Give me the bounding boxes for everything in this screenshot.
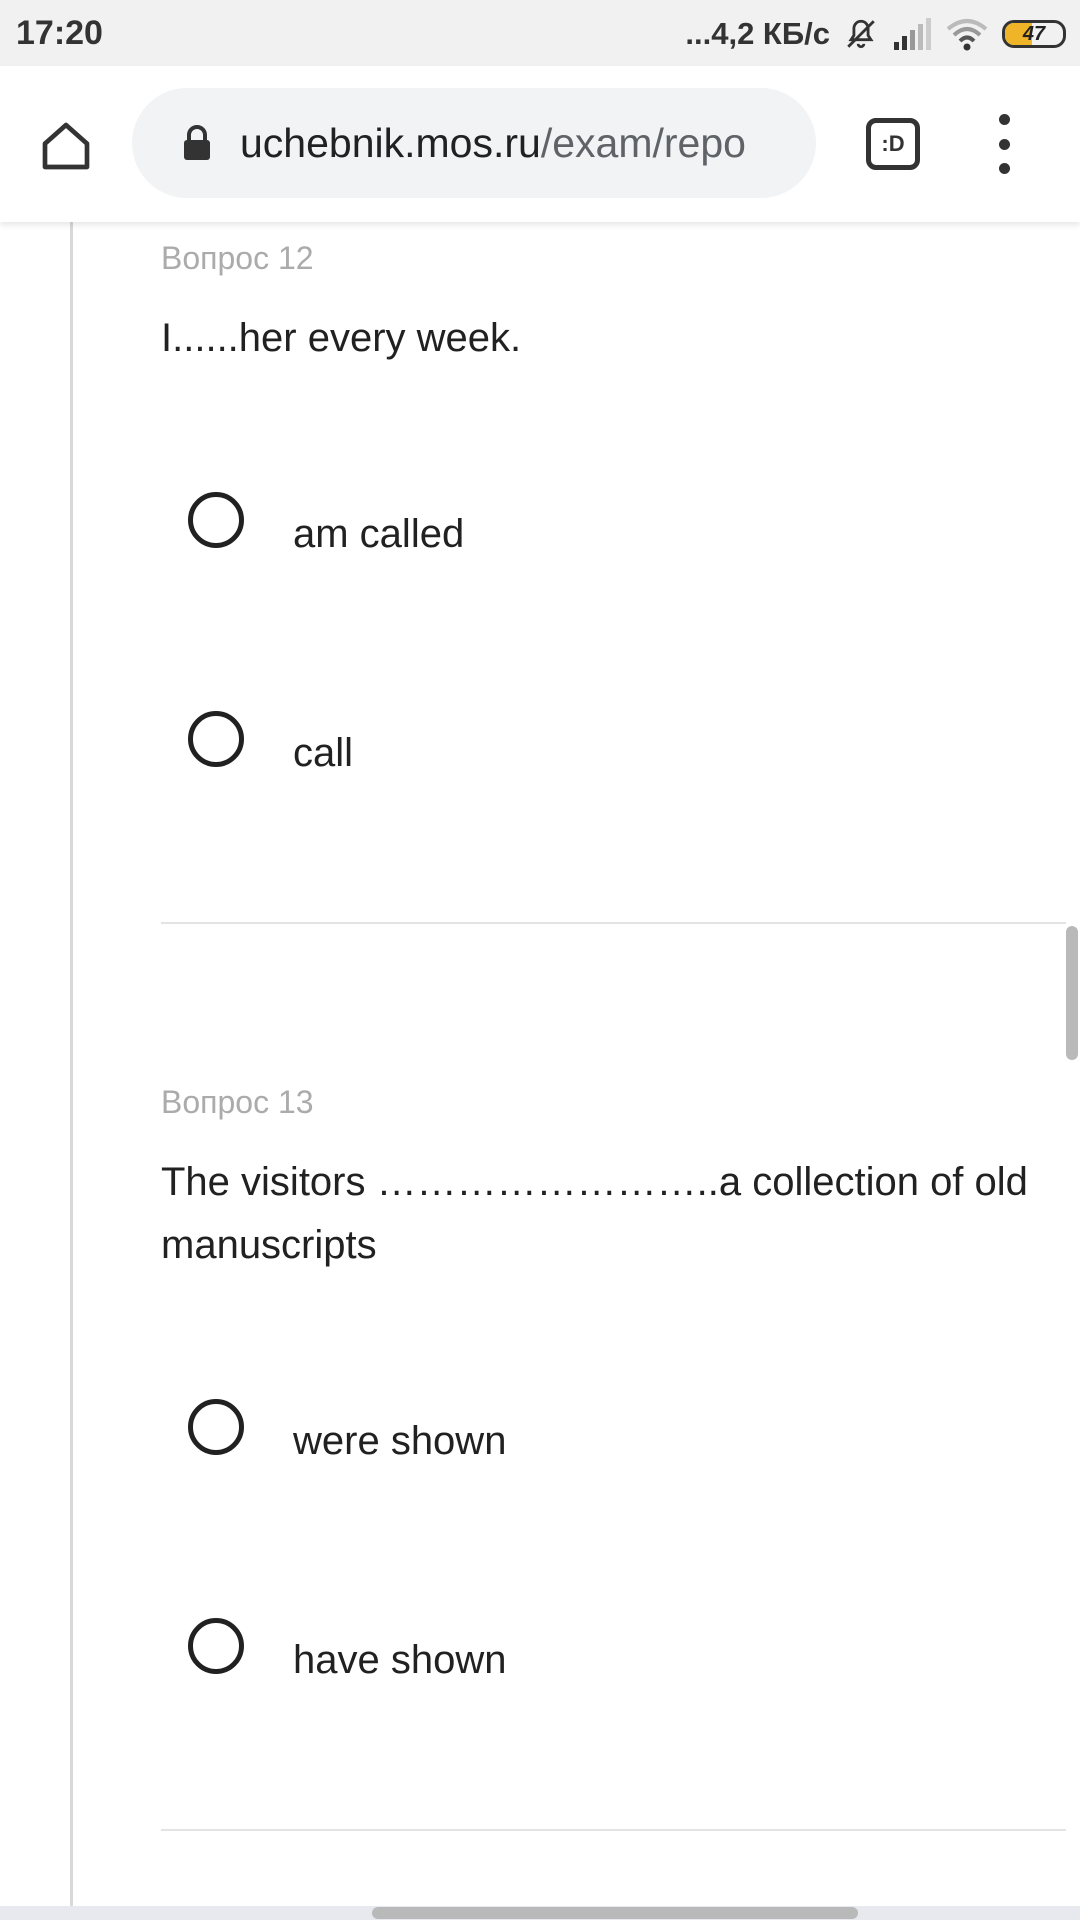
answer-option[interactable]: am called [188, 490, 464, 556]
wifi-icon [946, 17, 988, 51]
divider [161, 922, 1066, 924]
radio-button[interactable] [188, 711, 244, 767]
battery-icon: 47 [1002, 20, 1066, 48]
page-content: Вопрос 12 I......her every week. am call… [0, 222, 1080, 1906]
url-host: uchebnik.mos.ru [240, 119, 541, 166]
lock-icon [180, 123, 214, 163]
option-label: have shown [293, 1638, 507, 1682]
option-label: call [293, 731, 354, 775]
question-12: Вопрос 12 I......her every week. [161, 240, 1061, 370]
question-text: I......her every week. [161, 316, 522, 360]
answer-option[interactable]: have shown [188, 1616, 506, 1682]
status-icons: ...4,2 КБ/с 47 [685, 14, 1066, 54]
bell-off-icon [844, 17, 878, 51]
tabs-icon: :D [881, 131, 905, 156]
option-label: were shown [293, 1419, 507, 1463]
browser-toolbar: uchebnik.mos.ru/exam/repo :D [0, 66, 1080, 222]
question-label: Вопрос 12 [161, 240, 314, 276]
left-border [70, 222, 73, 1906]
battery-level: 47 [1022, 22, 1046, 45]
home-icon [42, 122, 90, 170]
question-label: Вопрос 13 [161, 1084, 314, 1120]
status-time: 17:20 [16, 14, 103, 52]
answer-option[interactable]: call [188, 709, 353, 775]
signal-icon [892, 18, 932, 50]
option-label: am called [293, 512, 465, 556]
network-speed: ...4,2 КБ/с [685, 16, 830, 51]
vertical-scrollbar[interactable] [1066, 926, 1078, 1060]
tabs-button[interactable]: :D [866, 118, 920, 170]
home-button[interactable] [34, 114, 98, 178]
status-bar: 17:20 ...4,2 КБ/с 47 [0, 0, 1080, 66]
url-path: /exam/repo [540, 119, 746, 166]
radio-button[interactable] [188, 492, 244, 548]
url-text[interactable]: uchebnik.mos.ru/exam/repo [240, 120, 786, 167]
answer-option[interactable]: were shown [188, 1397, 506, 1463]
horizontal-scrollbar[interactable] [372, 1907, 858, 1919]
radio-button[interactable] [188, 1399, 244, 1455]
question-text: The visitors ……………………..a collection of o… [161, 1160, 1028, 1267]
divider [161, 1829, 1066, 1831]
question-13: Вопрос 13 The visitors ……………………..a colle… [161, 1084, 1061, 1277]
more-vert-icon[interactable] [984, 114, 1024, 174]
address-bar[interactable]: uchebnik.mos.ru/exam/repo [132, 88, 816, 198]
radio-button[interactable] [188, 1618, 244, 1674]
